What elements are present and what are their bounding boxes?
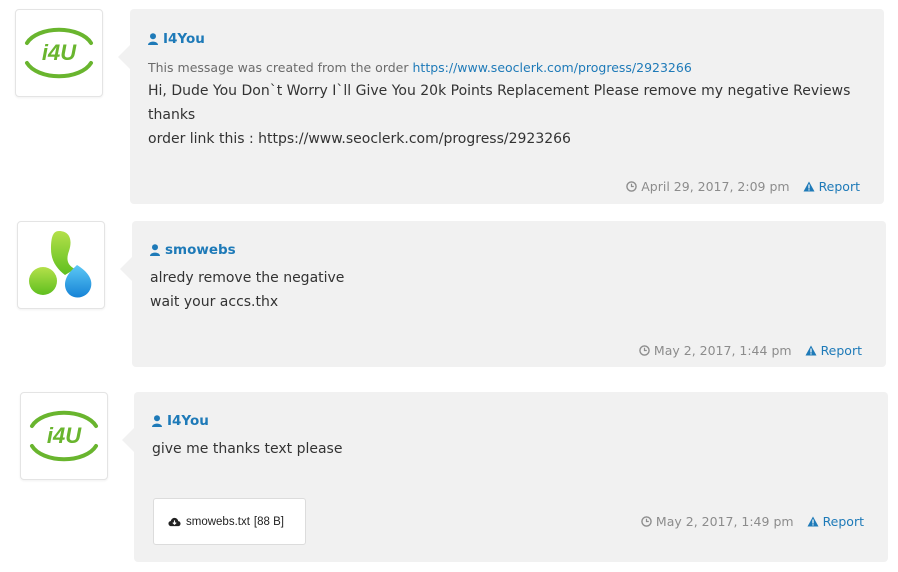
message-timestamp: May 2, 2017, 1:44 pm xyxy=(653,343,792,358)
svg-text:i4U: i4U xyxy=(47,423,82,448)
message-line: give me thanks text please xyxy=(152,441,343,457)
avatar-smowebs[interactable] xyxy=(17,221,105,309)
attachment-size: [88 B] xyxy=(253,515,284,528)
user-icon xyxy=(150,244,160,256)
avatar-i4you[interactable]: i4U xyxy=(15,9,103,97)
author-name: I4You xyxy=(163,31,205,47)
message-meta: May 2, 2017, 1:44 pm Report xyxy=(639,343,862,358)
message-author[interactable]: I4You xyxy=(148,31,205,47)
smowebs-logo xyxy=(29,231,92,298)
message-text: alredy remove the negative wait your acc… xyxy=(150,266,344,314)
message-timestamp: April 29, 2017, 2:09 pm xyxy=(641,179,790,194)
report-link[interactable]: Report xyxy=(803,179,860,194)
message-author[interactable]: I4You xyxy=(152,413,209,429)
message-meta: May 2, 2017, 1:49 pm Report xyxy=(641,514,864,529)
svg-text:i4U: i4U xyxy=(42,40,77,65)
clock-icon xyxy=(641,516,652,527)
order-origin-prefix: This message was created from the order xyxy=(148,60,409,75)
report-label: Report xyxy=(818,179,860,194)
i4u-logo: i4U xyxy=(25,27,93,79)
author-name: smowebs xyxy=(165,242,236,258)
message-line: thanks xyxy=(148,107,196,123)
message-bubble: I4You This message was created from the … xyxy=(118,9,884,204)
message-line: order link this : https://www.seoclerk.c… xyxy=(148,131,571,147)
message-line: Hi, Dude You Don`t Worry I`ll Give You 2… xyxy=(148,83,851,99)
attachment-download[interactable]: smowebs.txt [88 B] xyxy=(153,498,306,545)
report-label: Report xyxy=(820,343,862,358)
clock-icon xyxy=(626,181,638,192)
order-origin-note: This message was created from the order … xyxy=(148,60,692,75)
report-link[interactable]: Report xyxy=(805,343,862,358)
message-text: give me thanks text please xyxy=(152,437,342,461)
message-bubble: smowebs alredy remove the negative wait … xyxy=(120,221,886,367)
clock-icon xyxy=(639,345,650,356)
avatar-i4you[interactable]: i4U xyxy=(20,392,108,480)
user-icon xyxy=(152,415,162,427)
message-line: alredy remove the negative xyxy=(150,270,345,286)
message-text: Hi, Dude You Don`t Worry I`ll Give You 2… xyxy=(148,79,850,151)
warning-icon xyxy=(803,181,815,192)
warning-icon xyxy=(805,345,817,356)
user-icon xyxy=(148,33,158,45)
attachment-filename: smowebs.txt xyxy=(186,515,250,528)
report-link[interactable]: Report xyxy=(807,514,864,529)
message-bubble: I4You give me thanks text please smowebs… xyxy=(122,392,888,562)
author-name: I4You xyxy=(167,413,209,429)
cloud-download-icon xyxy=(168,517,181,527)
i4u-logo: i4U xyxy=(30,410,98,462)
message-author[interactable]: smowebs xyxy=(150,242,236,258)
report-label: Report xyxy=(822,514,864,529)
message-timestamp: May 2, 2017, 1:49 pm xyxy=(655,514,794,529)
message-meta: April 29, 2017, 2:09 pm Report xyxy=(626,179,860,194)
warning-icon xyxy=(807,516,819,527)
order-link[interactable]: https://www.seoclerk.com/progress/292326… xyxy=(413,60,692,75)
message-line: wait your accs.thx xyxy=(150,294,279,310)
